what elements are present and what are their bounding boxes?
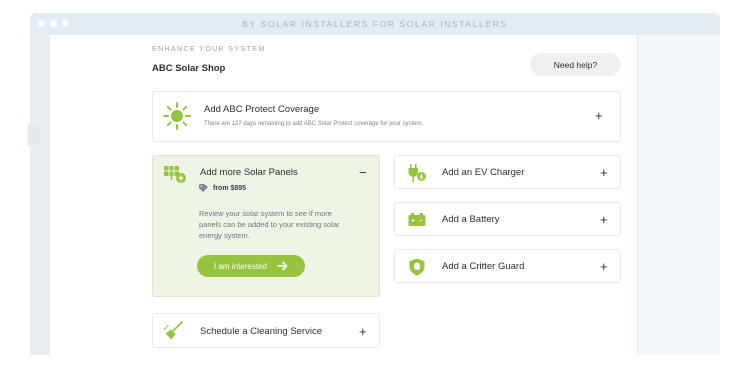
solar-panels-card[interactable]: Add more Solar Panels − from $895 Review…: [152, 155, 380, 297]
ev-plug-icon: [408, 164, 426, 182]
close-dot[interactable]: [38, 20, 45, 27]
minimize-dot[interactable]: [50, 20, 57, 27]
i-am-interested-button[interactable]: I am interested: [197, 255, 305, 277]
maximize-dot[interactable]: [62, 20, 69, 27]
solar-panel-add-icon: [164, 166, 186, 183]
ev-title: Add an EV Charger: [442, 167, 525, 178]
ev-charger-card[interactable]: Add an EV Charger +: [394, 155, 621, 189]
right-gutter: [637, 35, 720, 355]
protect-title: Add ABC Protect Coverage: [204, 104, 320, 115]
interest-button-label: I am interested: [214, 261, 267, 271]
panels-title: Add more Solar Panels: [200, 167, 298, 178]
section-eyebrow: ENHANCE YOUR SYSTEM: [152, 46, 266, 53]
shield-icon: [409, 258, 425, 276]
protect-subtitle: There are 127 days remaining to add ABC …: [204, 121, 424, 127]
battery-icon: [408, 213, 426, 226]
critter-title: Add a Critter Guard: [442, 261, 525, 272]
price-row: from $895: [199, 184, 246, 192]
ev-expand-toggle[interactable]: +: [600, 166, 608, 179]
need-help-button[interactable]: Need help?: [530, 53, 621, 76]
battery-title: Add a Battery: [442, 214, 500, 225]
panels-collapse-toggle[interactable]: −: [359, 166, 367, 179]
arrow-right-icon: [277, 261, 288, 271]
sun-icon: [163, 102, 191, 130]
panels-description: Review your solar system to see if more …: [199, 209, 340, 240]
price-tag-icon: [199, 184, 208, 192]
protect-expand-toggle[interactable]: +: [595, 109, 603, 122]
critter-guard-card[interactable]: Add a Critter Guard +: [394, 249, 621, 283]
cleaning-title: Schedule a Cleaning Service: [200, 326, 322, 337]
left-gutter: [30, 35, 50, 355]
window-title: BY SOLAR INSTALLERS FOR SOLAR INSTALLERS: [242, 19, 508, 29]
protect-coverage-card[interactable]: Add ABC Protect Coverage There are 127 d…: [152, 91, 621, 142]
battery-card[interactable]: Add a Battery +: [394, 202, 621, 236]
window-controls[interactable]: [38, 20, 69, 27]
critter-expand-toggle[interactable]: +: [600, 260, 608, 273]
panels-price: from $895: [213, 184, 247, 192]
cleaning-expand-toggle[interactable]: +: [359, 325, 367, 338]
window-titlebar: BY SOLAR INSTALLERS FOR SOLAR INSTALLERS: [30, 13, 720, 35]
battery-expand-toggle[interactable]: +: [600, 213, 608, 226]
broom-icon: [163, 321, 183, 340]
shop-name: ABC Solar Shop: [152, 63, 226, 74]
cleaning-service-card[interactable]: Schedule a Cleaning Service +: [152, 313, 380, 348]
